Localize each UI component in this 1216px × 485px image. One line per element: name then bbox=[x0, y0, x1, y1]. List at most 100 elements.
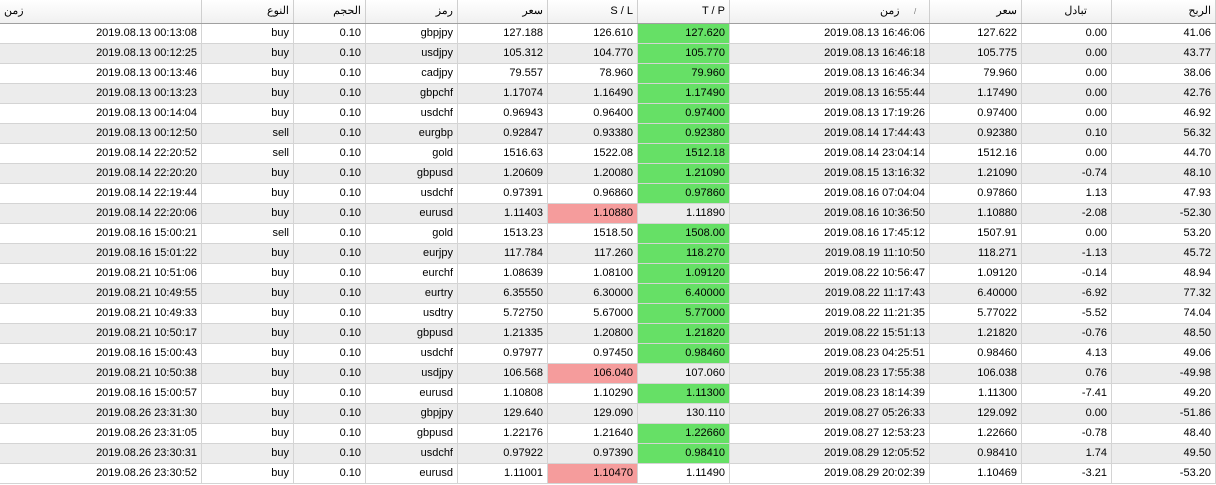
volume-cell: 0.10 bbox=[294, 204, 366, 223]
open-price-cell: 1.21335 bbox=[458, 324, 548, 343]
type-cell: sell bbox=[202, 124, 294, 143]
swap-header-label: تبادل bbox=[1064, 5, 1087, 17]
column-header-open-time[interactable]: زمن bbox=[0, 0, 202, 23]
type-cell: buy bbox=[202, 24, 294, 43]
close-price-cell: 1.21820 bbox=[930, 324, 1022, 343]
open-price-cell: 79.557 bbox=[458, 64, 548, 83]
tp-cell: 127.620 bbox=[638, 24, 730, 43]
column-header-close-price[interactable]: سعر bbox=[930, 0, 1022, 23]
close-price-cell: 1507.91 bbox=[930, 224, 1022, 243]
close-price-cell: 0.98410 bbox=[930, 444, 1022, 463]
type-cell: buy bbox=[202, 264, 294, 283]
table-row[interactable]: 2019.08.13 00:14:04 buy 0.10 usdchf 0.96943 0… bbox=[0, 104, 1216, 124]
column-header-sl[interactable]: S / L bbox=[548, 0, 638, 23]
table-row[interactable]: 2019.08.14 22:20:20 buy 0.10 gbpusd 1.20609 1… bbox=[0, 164, 1216, 184]
close-time-cell: 2019.08.13 16:46:06 bbox=[730, 24, 930, 43]
column-header-type[interactable]: النوع bbox=[202, 0, 294, 23]
table-row[interactable]: 2019.08.13 00:12:25 buy 0.10 usdjpy 105.312 1… bbox=[0, 44, 1216, 64]
volume-cell: 0.10 bbox=[294, 404, 366, 423]
table-row[interactable]: 2019.08.14 22:20:52 sell 0.10 gold 1516.63 15… bbox=[0, 144, 1216, 164]
table-row[interactable]: 2019.08.16 15:00:57 buy 0.10 eurusd 1.10808 1… bbox=[0, 384, 1216, 404]
profit-cell: 47.93 bbox=[1112, 184, 1216, 203]
type-cell: buy bbox=[202, 64, 294, 83]
table-row[interactable]: 2019.08.13 00:13:23 buy 0.10 gbpchf 1.17074 1… bbox=[0, 84, 1216, 104]
type-cell: buy bbox=[202, 404, 294, 423]
volume-cell: 0.10 bbox=[294, 64, 366, 83]
open-price-cell: 1.11403 bbox=[458, 204, 548, 223]
swap-cell: 0.00 bbox=[1022, 144, 1112, 163]
column-header-symbol[interactable]: رمز bbox=[366, 0, 458, 23]
close-price-cell: 1512.16 bbox=[930, 144, 1022, 163]
close-price-cell: 0.92380 bbox=[930, 124, 1022, 143]
type-cell: buy bbox=[202, 204, 294, 223]
table-row[interactable]: 2019.08.13 00:13:46 buy 0.10 cadjpy 79.557 78… bbox=[0, 64, 1216, 84]
table-row[interactable]: 2019.08.16 15:00:21 sell 0.10 gold 1513.23 15… bbox=[0, 224, 1216, 244]
tp-cell: 105.770 bbox=[638, 44, 730, 63]
open-price-cell: 0.97391 bbox=[458, 184, 548, 203]
open-time-cell: 2019.08.26 23:30:31 bbox=[0, 444, 202, 463]
table-row[interactable]: 2019.08.21 10:51:06 buy 0.10 eurchf 1.08639 1… bbox=[0, 264, 1216, 284]
column-header-close-time[interactable]: زمن bbox=[730, 0, 930, 23]
open-time-cell: 2019.08.14 22:20:20 bbox=[0, 164, 202, 183]
table-row[interactable]: 2019.08.26 23:31:05 buy 0.10 gbpusd 1.22176 1… bbox=[0, 424, 1216, 444]
open-time-cell: 2019.08.13 00:13:46 bbox=[0, 64, 202, 83]
volume-cell: 0.10 bbox=[294, 464, 366, 483]
table-row[interactable]: 2019.08.21 10:50:17 buy 0.10 gbpusd 1.21335 1… bbox=[0, 324, 1216, 344]
open-time-cell: 2019.08.21 10:50:17 bbox=[0, 324, 202, 343]
profit-cell: -49.98 bbox=[1112, 364, 1216, 383]
table-row[interactable]: 2019.08.13 00:13:08 buy 0.10 gbpjpy 127.188 1… bbox=[0, 24, 1216, 44]
table-row[interactable]: 2019.08.26 23:30:31 buy 0.10 usdchf 0.97922 0… bbox=[0, 444, 1216, 464]
volume-cell: 0.10 bbox=[294, 364, 366, 383]
close-time-cell: 2019.08.22 11:21:35 bbox=[730, 304, 930, 323]
swap-cell: -0.14 bbox=[1022, 264, 1112, 283]
table-row[interactable]: 2019.08.21 10:49:33 buy 0.10 usdtry 5.72750 5… bbox=[0, 304, 1216, 324]
symbol-cell: eurtry bbox=[366, 284, 458, 303]
open-time-cell: 2019.08.13 00:13:23 bbox=[0, 84, 202, 103]
profit-cell: -51.86 bbox=[1112, 404, 1216, 423]
table-row[interactable]: 2019.08.21 10:49:55 buy 0.10 eurtry 6.35550 6… bbox=[0, 284, 1216, 304]
sl-cell: 104.770 bbox=[548, 44, 638, 63]
close-time-cell: 2019.08.23 04:25:51 bbox=[730, 344, 930, 363]
open-price-cell: 1516.63 bbox=[458, 144, 548, 163]
swap-cell: -6.92 bbox=[1022, 284, 1112, 303]
swap-cell: 0.00 bbox=[1022, 24, 1112, 43]
close-price-cell: 0.97860 bbox=[930, 184, 1022, 203]
table-row[interactable]: 2019.08.14 22:20:06 buy 0.10 eurusd 1.11403 1… bbox=[0, 204, 1216, 224]
volume-cell: 0.10 bbox=[294, 304, 366, 323]
profit-cell: -53.20 bbox=[1112, 464, 1216, 483]
symbol-cell: usdjpy bbox=[366, 44, 458, 63]
sl-cell: 117.260 bbox=[548, 244, 638, 263]
column-header-profit[interactable]: الربح bbox=[1112, 0, 1216, 23]
tp-cell: 1.21820 bbox=[638, 324, 730, 343]
swap-cell: 0.00 bbox=[1022, 44, 1112, 63]
close-price-cell: 6.40000 bbox=[930, 284, 1022, 303]
close-time-cell: 2019.08.19 11:10:50 bbox=[730, 244, 930, 263]
table-row[interactable]: 2019.08.16 15:00:43 buy 0.10 usdchf 0.97977 0… bbox=[0, 344, 1216, 364]
symbol-cell: usdjpy bbox=[366, 364, 458, 383]
table-row[interactable]: 2019.08.14 22:19:44 buy 0.10 usdchf 0.97391 0… bbox=[0, 184, 1216, 204]
table-row[interactable]: 2019.08.26 23:31:30 buy 0.10 gbpjpy 129.640 1… bbox=[0, 404, 1216, 424]
symbol-cell: gbpusd bbox=[366, 324, 458, 343]
column-header-tp[interactable]: T / P bbox=[638, 0, 730, 23]
column-header-swap[interactable]: تبادل bbox=[1022, 0, 1112, 23]
sl-cell: 0.93380 bbox=[548, 124, 638, 143]
close-time-cell: 2019.08.15 13:16:32 bbox=[730, 164, 930, 183]
tp-cell: 79.960 bbox=[638, 64, 730, 83]
table-row[interactable]: 2019.08.21 10:50:38 buy 0.10 usdjpy 106.568 1… bbox=[0, 364, 1216, 384]
profit-cell: 48.94 bbox=[1112, 264, 1216, 283]
table-row[interactable]: 2019.08.13 00:12:50 sell 0.10 eurgbp 0.92847… bbox=[0, 124, 1216, 144]
close-time-cell: 2019.08.22 11:17:43 bbox=[730, 284, 930, 303]
table-row[interactable]: 2019.08.16 15:01:22 buy 0.10 eurjpy 117.784 1… bbox=[0, 244, 1216, 264]
column-header-open-price[interactable]: سعر bbox=[458, 0, 548, 23]
symbol-cell: usdchf bbox=[366, 184, 458, 203]
column-header-volume[interactable]: الحجم bbox=[294, 0, 366, 23]
close-price-cell: 1.10880 bbox=[930, 204, 1022, 223]
table-row[interactable]: 2019.08.26 23:30:52 buy 0.10 eurusd 1.11001 1… bbox=[0, 464, 1216, 484]
swap-cell: 1.13 bbox=[1022, 184, 1112, 203]
type-cell: buy bbox=[202, 44, 294, 63]
type-cell: buy bbox=[202, 464, 294, 483]
sl-cell: 1.16490 bbox=[548, 84, 638, 103]
table-body: 2019.08.13 00:13:08 buy 0.10 gbpjpy 127.188 1… bbox=[0, 24, 1216, 484]
tp-cell: 1508.00 bbox=[638, 224, 730, 243]
sl-cell: 1522.08 bbox=[548, 144, 638, 163]
